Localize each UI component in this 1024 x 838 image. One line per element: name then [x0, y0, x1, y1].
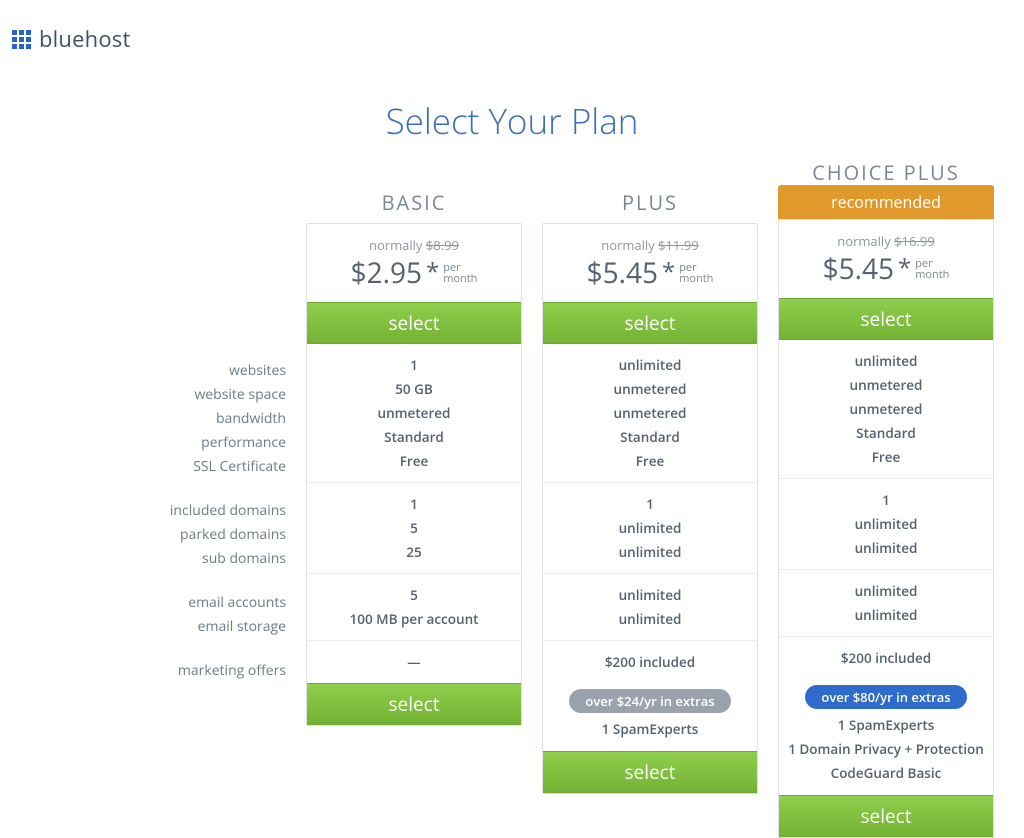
feature-value: unlimited: [779, 349, 993, 373]
feature-value: Free: [779, 445, 993, 469]
feature-value: unlimited: [543, 583, 757, 607]
page-title: Select Your Plan: [0, 98, 1024, 145]
plan-basic: BASIC normally $8.99$2.95*permonth select 1…: [306, 189, 522, 838]
feature-label: email storage: [56, 615, 286, 639]
feature-value: unlimited: [779, 579, 993, 603]
normal-price: normally $8.99: [313, 236, 515, 254]
recommended-badge: recommended: [778, 185, 994, 219]
select-button[interactable]: select: [543, 751, 757, 793]
normal-price: normally $16.99: [785, 232, 987, 250]
feature-label: website space: [56, 383, 286, 407]
extras-block: over $80/yr in extras 1 SpamExperts1 Doma…: [779, 679, 993, 795]
feature-value: $200 included: [543, 650, 757, 674]
feature-value: unlimited: [779, 603, 993, 627]
feature-value: Standard: [307, 425, 521, 449]
feature-value: unlimited: [543, 607, 757, 631]
feature-value: Standard: [779, 421, 993, 445]
feature-label: marketing offers: [56, 659, 286, 683]
extra-item: CodeGuard Basic: [779, 761, 993, 785]
brand-name: bluehost: [39, 24, 131, 54]
feature-value: Free: [543, 449, 757, 473]
feature-label: included domains: [56, 499, 286, 523]
feature-value: unlimited: [779, 536, 993, 560]
plan-card: normally $16.99$5.45*permonth select unlim…: [778, 219, 994, 838]
normal-price: normally $11.99: [549, 236, 751, 254]
feature-value: unlimited: [543, 353, 757, 377]
feature-value: 50 GB: [307, 377, 521, 401]
select-button[interactable]: select: [779, 795, 993, 837]
extra-item: 1 SpamExperts: [779, 713, 993, 737]
feature-label: email accounts: [56, 591, 286, 615]
header: bluehost: [0, 0, 1024, 70]
feature-value: 1: [307, 492, 521, 516]
feature-label: performance: [56, 431, 286, 455]
feature-value: unmetered: [779, 397, 993, 421]
feature-value: 5: [307, 516, 521, 540]
feature-value: 25: [307, 540, 521, 564]
plan-card: normally $11.99$5.45*permonth select unlim…: [542, 223, 758, 794]
feature-value: 1: [779, 488, 993, 512]
extras-pill: over $24/yr in extras: [569, 689, 730, 713]
price: $5.45*permonth: [785, 250, 987, 288]
extras-pill: over $80/yr in extras: [805, 685, 966, 709]
extra-item: 1 SpamExperts: [543, 717, 757, 741]
feature-value: 100 MB per account: [307, 607, 521, 631]
feature-value: —: [307, 650, 521, 674]
feature-value: unmetered: [543, 401, 757, 425]
feature-labels: websiteswebsite spacebandwidthperformanc…: [56, 189, 286, 693]
plans-container: websiteswebsite spacebandwidthperformanc…: [0, 189, 1024, 838]
feature-value: unlimited: [543, 516, 757, 540]
plan-name: BASIC: [306, 189, 522, 215]
feature-value: unmetered: [543, 377, 757, 401]
logo-grid-icon: [12, 30, 31, 49]
feature-label: SSL Certificate: [56, 455, 286, 479]
extra-item: 1 Domain Privacy + Protection: [779, 737, 993, 761]
plan-name: CHOICE PLUS: [778, 159, 994, 185]
feature-value: unmetered: [779, 373, 993, 397]
feature-value: unmetered: [307, 401, 521, 425]
feature-value: $200 included: [779, 646, 993, 670]
feature-value: unlimited: [779, 512, 993, 536]
plan-card: normally $8.99$2.95*permonthselect150 GB…: [306, 223, 522, 726]
plan-name: PLUS: [542, 189, 758, 215]
feature-value: unlimited: [543, 540, 757, 564]
select-button[interactable]: select: [307, 683, 521, 725]
select-button[interactable]: select: [307, 302, 521, 344]
select-button[interactable]: select: [543, 302, 757, 344]
feature-label: bandwidth: [56, 407, 286, 431]
feature-label: websites: [56, 359, 286, 383]
feature-label: parked domains: [56, 523, 286, 547]
price: $5.45*permonth: [549, 254, 751, 292]
plan-choice-plus: CHOICE PLUSrecommendednormally $16.99$5.…: [778, 159, 994, 838]
feature-value: 5: [307, 583, 521, 607]
feature-value: Free: [307, 449, 521, 473]
feature-value: 1: [307, 353, 521, 377]
select-button[interactable]: select: [779, 298, 993, 340]
feature-value: 1: [543, 492, 757, 516]
extras-block: over $24/yr in extras 1 SpamExperts: [543, 683, 757, 751]
feature-label: sub domains: [56, 547, 286, 571]
price: $2.95*permonth: [313, 254, 515, 292]
feature-value: Standard: [543, 425, 757, 449]
plan-plus: PLUS normally $11.99$5.45*permonth select u…: [542, 189, 758, 838]
